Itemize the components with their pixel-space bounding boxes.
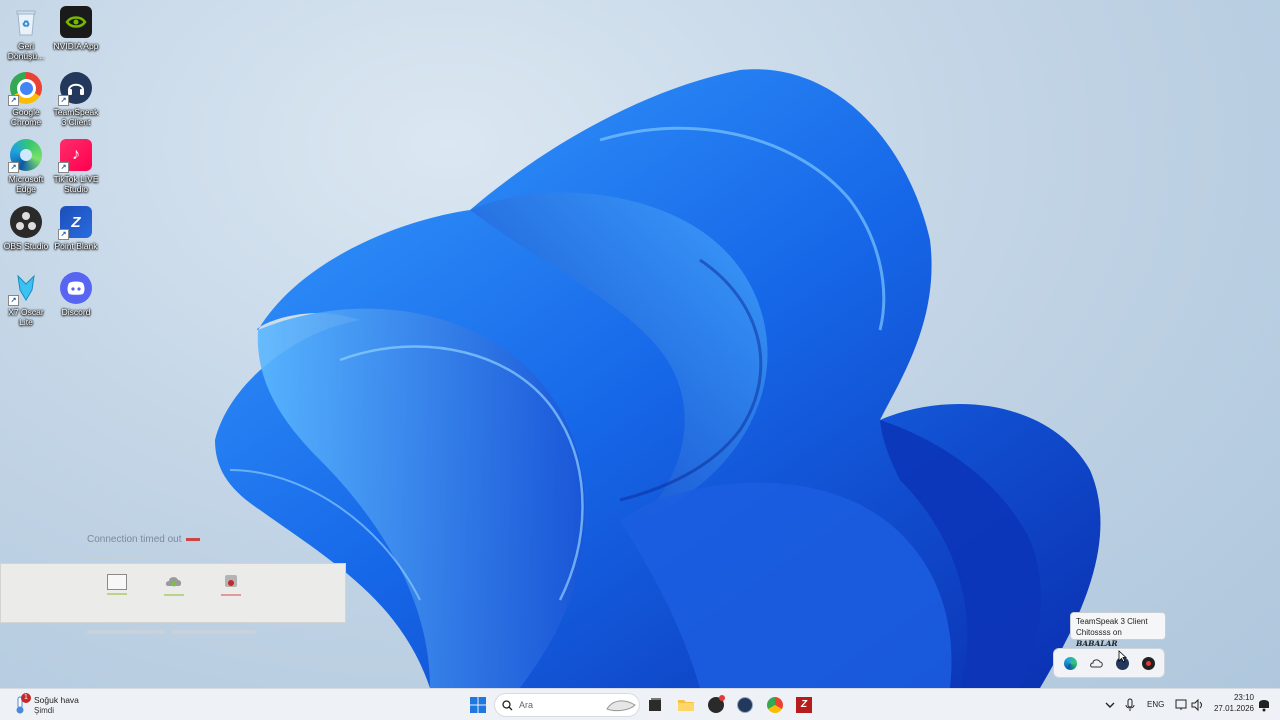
volume-button[interactable] <box>1188 695 1208 715</box>
discord-icon <box>60 272 92 304</box>
bell-icon <box>1259 700 1269 712</box>
clock-date: 27.01.2026 <box>1213 704 1254 713</box>
desktop-icon-tiktok-live[interactable]: ♪ ↗ TikTok LIVE Studio <box>51 139 101 194</box>
recording-dot <box>719 695 725 701</box>
tiktok-icon: ♪ ↗ <box>58 139 92 173</box>
language-indicator[interactable]: ENG <box>1147 700 1164 709</box>
error-code-mark <box>185 537 200 541</box>
tray-overflow-button[interactable] <box>1100 695 1120 715</box>
notification-button[interactable] <box>1256 695 1276 715</box>
step-host <box>211 574 251 598</box>
tooltip-server-name: BABALAR <box>1076 639 1118 648</box>
taskbar-chrome[interactable] <box>765 695 785 715</box>
tooltip-app-name: TeamSpeak 3 Client <box>1076 617 1148 626</box>
desktop-icon-obs[interactable]: OBS Studio <box>1 206 51 251</box>
server-error-icon <box>225 575 237 587</box>
weather-badge: 1 <box>21 693 31 703</box>
taskbar-search-box[interactable]: Ara <box>494 693 640 717</box>
error-detail-lines <box>87 547 147 559</box>
weather-subtitle: Şimdi <box>34 706 55 715</box>
taskbar-point-blank[interactable]: Z <box>794 695 814 715</box>
start-button[interactable] <box>468 695 488 715</box>
obs-tray-icon[interactable] <box>1142 657 1155 670</box>
taskbar-teamspeak[interactable] <box>735 695 755 715</box>
desktop-icon-chrome[interactable]: ↗ Google Chrome <box>1 72 51 127</box>
browser-icon <box>107 574 127 590</box>
desktop-icon-label: TikTok LIVE Studio <box>53 174 99 194</box>
taskbar-file-explorer[interactable] <box>676 695 696 715</box>
obs-icon <box>10 206 42 238</box>
pointblank-icon: Z <box>796 697 812 713</box>
desktop-icon-nvidia[interactable]: NVIDIA App <box>51 6 101 51</box>
tray-overflow-flyout <box>1053 648 1165 678</box>
microphone-button[interactable] <box>1120 695 1140 715</box>
nvidia-icon <box>60 6 92 38</box>
chrome-icon: ↗ <box>8 72 42 106</box>
step-browser <box>97 574 137 597</box>
tooltip-status: Chitossss on BABALAR <box>1076 628 1122 648</box>
folder-icon <box>678 700 694 711</box>
task-view-icon <box>649 698 661 711</box>
step-cloud <box>154 574 194 598</box>
desktop-icon-label: Google Chrome <box>10 107 42 127</box>
mouse-cursor <box>1118 650 1127 663</box>
svg-text:♻: ♻ <box>22 19 30 29</box>
desktop-icon-label: Point Blank <box>54 241 98 251</box>
edge-tray-icon[interactable] <box>1064 657 1077 670</box>
edge-icon: ↗ <box>8 139 42 173</box>
clock-time: 23:10 <box>1233 693 1254 702</box>
desktop-icon-label: Geri Dönüşü... <box>7 41 45 61</box>
task-view-button[interactable] <box>645 695 665 715</box>
what-can-i-do-block <box>172 630 256 682</box>
connection-error-title: Connection timed out <box>87 534 200 545</box>
weather-widget[interactable]: 1 Soğuk hava Şimdi <box>12 692 102 718</box>
weather-title: Soğuk hava <box>34 695 79 705</box>
teamspeak-icon <box>737 697 753 713</box>
microphone-icon <box>1125 698 1135 711</box>
onedrive-cloud-icon[interactable] <box>1090 657 1103 670</box>
desktop-icon-point-blank[interactable]: Z ↗ Point Blank <box>51 206 101 251</box>
search-placeholder: Ara <box>519 700 534 710</box>
desktop-icon-label: NVIDIA App <box>53 41 99 51</box>
desktop-icon-label: TeamSpeak 3 Client <box>53 107 99 127</box>
x7-icon: ↗ <box>8 272 42 306</box>
desktop-icon-label: Microsoft Edge <box>8 174 44 194</box>
desktop-icon-teamspeak[interactable]: ↗ TeamSpeak 3 Client <box>51 72 101 127</box>
desktop-icon-x7[interactable]: ↗ X7 Oscar Lite <box>1 272 51 327</box>
desktop-icon-label: X7 Oscar Lite <box>8 307 44 327</box>
pointblank-icon: Z ↗ <box>58 206 92 240</box>
teamspeak-tooltip: TeamSpeak 3 Client Chitossss on BABALAR <box>1070 612 1166 648</box>
desktop-icon-label: OBS Studio <box>3 241 49 251</box>
recycle-bin-icon: ♻ <box>10 6 42 38</box>
chrome-icon <box>767 697 783 713</box>
connection-diagram-panel <box>0 563 346 623</box>
search-icon <box>502 700 513 711</box>
what-happened-block <box>87 630 165 654</box>
chevron-down-icon <box>1105 702 1115 708</box>
taskbar-obs[interactable] <box>706 695 726 715</box>
taskbar: 1 Soğuk hava Şimdi Ara Z ENG 23:10 27.01… <box>0 688 1280 720</box>
clock[interactable]: 23:10 27.01.2026 <box>1206 693 1254 713</box>
desktop-icon-recycle-bin[interactable]: ♻ Geri Dönüşü... <box>1 6 51 61</box>
desktop-icon-edge[interactable]: ↗ Microsoft Edge <box>1 139 51 194</box>
desktop-icon-label: Discord <box>61 307 91 317</box>
cloud-icon <box>165 577 182 587</box>
speaker-icon <box>1191 698 1202 712</box>
windows-logo-icon <box>470 697 486 713</box>
desktop-icon-discord[interactable]: Discord <box>51 272 101 317</box>
teamspeak-icon: ↗ <box>58 72 92 106</box>
search-highlight-icon <box>606 700 636 712</box>
